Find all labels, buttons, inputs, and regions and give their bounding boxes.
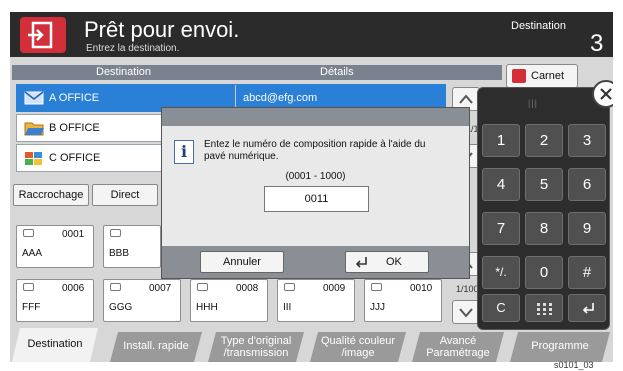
tab-label: Avancé Paramétrage bbox=[426, 335, 490, 359]
one-touch-number: 0001 bbox=[62, 229, 85, 240]
one-touch-number: 0009 bbox=[323, 283, 346, 294]
enter-icon bbox=[355, 257, 367, 268]
one-touch-name: GGG bbox=[109, 302, 133, 313]
key-enter[interactable] bbox=[568, 294, 606, 322]
numeric-keypad: ||| 1 2 3 4 5 6 7 8 9 */. 0 # C bbox=[477, 87, 610, 330]
one-touch-number: 0008 bbox=[236, 283, 259, 294]
tab-label: Programme bbox=[531, 340, 589, 352]
tab-program[interactable]: Programme bbox=[510, 332, 610, 362]
figure-code: s0101_03 bbox=[554, 360, 594, 370]
row-name: C OFFICE bbox=[49, 152, 101, 164]
column-destination: Destination bbox=[96, 66, 152, 78]
one-touch-name: AAA bbox=[22, 248, 43, 259]
address-book-icon bbox=[512, 69, 526, 83]
contact-icon bbox=[371, 283, 382, 291]
address-book-button[interactable]: Carnet bbox=[506, 64, 578, 88]
close-icon bbox=[600, 88, 612, 100]
destination-table-header: Destination Détails bbox=[12, 65, 502, 80]
contact-icon bbox=[110, 283, 121, 291]
row-name: A OFFICE bbox=[49, 92, 100, 104]
key-3[interactable]: 3 bbox=[568, 124, 606, 157]
info-icon: i bbox=[174, 140, 194, 164]
one-touch-number: 0007 bbox=[149, 283, 172, 294]
one-touch-name: BBB bbox=[109, 248, 130, 259]
key-0[interactable]: 0 bbox=[525, 256, 563, 289]
page-title: Prêt pour envoi. bbox=[84, 17, 240, 42]
tab-original-type[interactable]: Type d'original /transmission bbox=[208, 332, 304, 362]
folder-icon bbox=[24, 122, 44, 136]
dialog-range: (0001 - 1000) bbox=[285, 171, 346, 182]
one-touch-number: 0010 bbox=[410, 283, 433, 294]
key-grid[interactable] bbox=[525, 294, 563, 322]
contact-icon bbox=[23, 229, 34, 237]
one-touch-key[interactable]: 0007 GGG bbox=[103, 279, 181, 322]
one-touch-key[interactable]: 0006 FFF bbox=[16, 279, 94, 322]
destination-count: 3 bbox=[590, 30, 604, 57]
direct-button[interactable]: Direct bbox=[92, 184, 158, 206]
one-touch-number: 0006 bbox=[62, 283, 85, 294]
destination-count-label: Destination bbox=[511, 20, 567, 32]
contact-icon bbox=[110, 229, 121, 237]
tab-color-quality[interactable]: Qualité couleur /image bbox=[310, 332, 406, 362]
grid-icon bbox=[537, 303, 552, 315]
key-2[interactable]: 2 bbox=[525, 124, 563, 157]
one-touch-key[interactable]: 0008 HHH bbox=[190, 279, 268, 322]
one-touch-name: FFF bbox=[22, 302, 41, 313]
key-clear[interactable]: C bbox=[482, 294, 520, 322]
dialog-titlebar bbox=[162, 108, 469, 126]
key-6[interactable]: 6 bbox=[568, 168, 606, 201]
row-name: B OFFICE bbox=[49, 122, 100, 134]
key-8[interactable]: 8 bbox=[525, 212, 563, 245]
key-9[interactable]: 9 bbox=[568, 212, 606, 245]
key-1[interactable]: 1 bbox=[482, 124, 520, 157]
row-detail: abcd@efg.com bbox=[243, 92, 318, 104]
address-book-label: Carnet bbox=[531, 70, 565, 82]
one-touch-name: JJJ bbox=[370, 302, 385, 313]
one-touch-name: III bbox=[283, 302, 292, 313]
enter-icon bbox=[582, 303, 594, 314]
key-7[interactable]: 7 bbox=[482, 212, 520, 245]
contact-icon bbox=[23, 283, 34, 291]
contact-icon bbox=[197, 283, 208, 291]
close-keypad-button[interactable] bbox=[592, 80, 613, 108]
hook-button[interactable]: Raccrochage bbox=[13, 184, 89, 206]
email-icon bbox=[24, 91, 44, 105]
column-details: Détails bbox=[320, 66, 354, 78]
status-header: Prêt pour envoi. Entrez la destination. … bbox=[10, 12, 613, 57]
tab-label: Type d'original /transmission bbox=[220, 335, 292, 359]
one-touch-page-indicator: 1/100 bbox=[456, 284, 479, 294]
tab-quick-setup[interactable]: Install. rapide bbox=[110, 332, 202, 362]
tab-advanced-setup[interactable]: Avancé Paramétrage bbox=[412, 332, 504, 362]
page-subtitle: Entrez la destination. bbox=[86, 43, 180, 54]
ok-button[interactable]: OK bbox=[345, 251, 429, 273]
tab-label: Qualité couleur /image bbox=[321, 335, 395, 359]
panel-screen: Prêt pour envoi. Entrez la destination. … bbox=[10, 12, 613, 362]
one-touch-key[interactable]: BBB bbox=[103, 225, 161, 268]
key-star-dot[interactable]: */. bbox=[482, 256, 520, 289]
one-touch-key[interactable]: 0010 JJJ bbox=[364, 279, 442, 322]
speed-dial-input[interactable]: 0011 bbox=[264, 186, 369, 212]
cancel-button[interactable]: Annuler bbox=[200, 251, 284, 273]
chevron-up-icon bbox=[459, 94, 473, 104]
one-touch-name: HHH bbox=[196, 302, 218, 313]
contact-icon bbox=[284, 283, 295, 291]
key-4[interactable]: 4 bbox=[482, 168, 520, 201]
chevron-down-icon bbox=[459, 308, 473, 318]
tab-label: Install. rapide bbox=[123, 340, 189, 352]
one-touch-down-button[interactable] bbox=[452, 300, 480, 324]
keypad-grip[interactable]: ||| bbox=[528, 98, 538, 108]
one-touch-key[interactable]: 0009 III bbox=[277, 279, 355, 322]
group-icon bbox=[25, 152, 42, 165]
key-5[interactable]: 5 bbox=[525, 168, 563, 201]
key-hash[interactable]: # bbox=[568, 256, 606, 289]
speed-dial-dialog: i Entez le numéro de composition rapide … bbox=[161, 107, 470, 279]
tab-destination[interactable]: Destination bbox=[12, 328, 98, 362]
tab-label: Destination bbox=[27, 338, 83, 350]
ok-label: OK bbox=[386, 256, 402, 268]
dialog-message: Entez le numéro de composition rapide à … bbox=[204, 139, 426, 162]
send-icon bbox=[20, 17, 66, 53]
one-touch-key[interactable]: 0001 AAA bbox=[16, 225, 94, 268]
